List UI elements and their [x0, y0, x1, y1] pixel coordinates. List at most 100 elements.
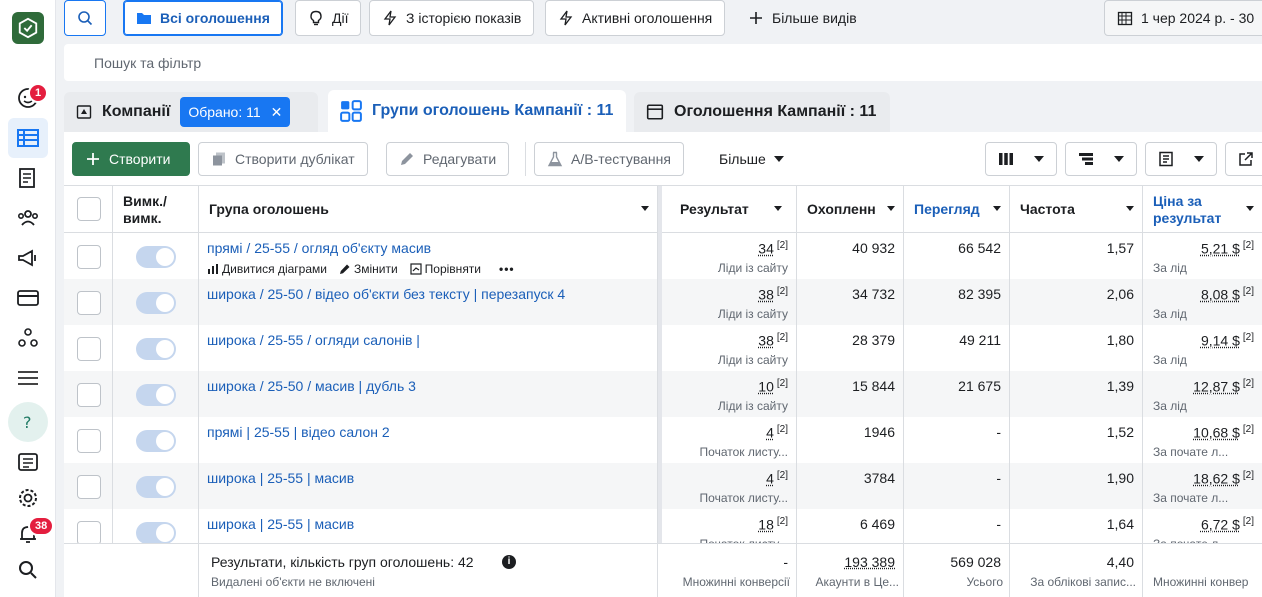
table-row[interactable]: широка / 25-50 / відео об'єкти без текст…	[64, 279, 1262, 325]
row-checkbox[interactable]	[77, 475, 101, 499]
cost-value[interactable]: 18,62 $ [2]	[1193, 470, 1254, 487]
rail-search[interactable]	[8, 550, 48, 590]
delivery-toggle[interactable]	[136, 246, 176, 268]
delivery-toggle[interactable]	[136, 338, 176, 360]
adset-name-link[interactable]: прямі | 25-55 | відео салон 2	[207, 424, 390, 440]
rail-settings[interactable]	[8, 478, 48, 518]
view-active-ads-button[interactable]: Активні оголошення	[545, 0, 726, 36]
cost-type: За лід	[1153, 261, 1187, 275]
header-adset[interactable]: Група оголошень	[199, 186, 658, 233]
action-toolbar: Створити Створити дублікат Редагувати А/…	[64, 132, 1262, 186]
attribution-ref: [2]	[776, 424, 788, 435]
export-button[interactable]	[1225, 142, 1262, 176]
table-row[interactable]: широка / 25-50 / масив | дубль 3 10 [2] Лід…	[64, 371, 1262, 417]
rail-audiences[interactable]	[8, 198, 48, 238]
selected-chip[interactable]: Обрано: 11 ✕	[180, 97, 291, 127]
tab-ads[interactable]: Оголошення Кампанії : 11	[634, 92, 890, 132]
table-row[interactable]: прямі | 25-55 | відео салон 2 4 [2] Початок…	[64, 417, 1262, 463]
delivery-toggle[interactable]	[136, 384, 176, 406]
tab-ad-sets[interactable]: Групи оголошень Кампанії : 11	[328, 90, 626, 132]
cost-value[interactable]: 6,72 $ [2]	[1201, 516, 1254, 533]
rail-help[interactable]: ?	[8, 402, 48, 442]
table-row[interactable]: широка | 25-55 | масив 4 [2] Початок листу.…	[64, 463, 1262, 509]
logo-icon	[18, 17, 38, 39]
result-value[interactable]: 18 [2]	[758, 516, 788, 533]
cost-value[interactable]: 5,21 $ [2]	[1201, 240, 1254, 257]
clear-selection-icon[interactable]: ✕	[271, 104, 283, 121]
rail-ads-manager[interactable]	[8, 118, 48, 158]
date-range-picker[interactable]: 1 чер 2024 р. - 30	[1104, 0, 1262, 36]
rail-events[interactable]	[8, 318, 48, 358]
adset-name-link[interactable]: широка / 25-55 / огляди салонів |	[207, 332, 420, 348]
tab-campaigns[interactable]: Компанії Обрано: 11 ✕	[64, 92, 318, 132]
header-reach[interactable]: Охопленн	[797, 186, 904, 233]
cost-value[interactable]: 12,87 $ [2]	[1193, 378, 1254, 395]
row-result-cell: 18[2]Початок листу...	[662, 509, 797, 543]
more-views-button[interactable]: Більше видів	[736, 0, 869, 36]
row-checkbox[interactable]	[77, 521, 101, 543]
result-value[interactable]: 10 [2]	[758, 378, 788, 395]
ad-sets-table: Вимк./ вимк. Група оголошень Результат О…	[64, 186, 1262, 543]
header-cost[interactable]: Ціна за результат	[1143, 186, 1262, 233]
adset-name-link[interactable]: широка | 25-55 | масив	[207, 516, 354, 532]
columns-dropdown[interactable]	[985, 142, 1057, 176]
header-result[interactable]: Результат	[662, 186, 797, 233]
reports-dropdown[interactable]	[1145, 142, 1217, 176]
adset-name-link[interactable]: широка | 25-55 | масив	[207, 470, 354, 486]
row-checkbox[interactable]	[77, 383, 101, 407]
create-button[interactable]: Створити	[72, 142, 190, 176]
header-impressions[interactable]: Перегляд	[904, 186, 1010, 233]
header-onoff[interactable]: Вимк./ вимк.	[113, 186, 199, 233]
duplicate-button[interactable]: Створити дублікат	[198, 142, 368, 176]
row-checkbox[interactable]	[77, 245, 101, 269]
delivery-toggle[interactable]	[136, 522, 176, 543]
view-with-history-button[interactable]: З історією показів	[369, 0, 535, 36]
result-value[interactable]: 4 [2]	[766, 424, 788, 441]
cost-value[interactable]: 8,08 $ [2]	[1201, 286, 1254, 303]
reports-icon	[1159, 151, 1173, 167]
table-row[interactable]: широка / 25-55 / огляди салонів | 38 [2] Лі…	[64, 325, 1262, 371]
delivery-toggle[interactable]	[136, 476, 176, 498]
view-charts-link[interactable]: Дивитися діаграми	[207, 262, 327, 276]
cost-value[interactable]: 9,14 $ [2]	[1201, 332, 1254, 349]
more-views-label: Більше видів	[772, 10, 857, 26]
row-checkbox[interactable]	[77, 429, 101, 453]
delivery-toggle[interactable]	[136, 430, 176, 452]
adset-name-link[interactable]: широка / 25-50 / відео об'єкти без текст…	[207, 286, 565, 302]
edit-row-link[interactable]: Змінити	[339, 262, 398, 276]
rail-news[interactable]	[8, 442, 48, 482]
more-actions-dropdown[interactable]: Більше	[707, 142, 796, 176]
select-all-checkbox[interactable]	[77, 197, 101, 221]
frequency-value: 1,64	[1106, 516, 1134, 532]
delivery-toggle[interactable]	[136, 292, 176, 314]
rail-campaigns[interactable]	[8, 238, 48, 278]
rail-billing[interactable]	[8, 278, 48, 318]
header-frequency[interactable]: Частота	[1010, 186, 1143, 233]
result-value[interactable]: 34 [2]	[758, 240, 788, 257]
row-checkbox[interactable]	[77, 291, 101, 315]
rail-pages[interactable]	[8, 158, 48, 198]
row-checkbox[interactable]	[77, 337, 101, 361]
cost-value[interactable]: 10,68 $ [2]	[1193, 424, 1254, 441]
footer-reach[interactable]: 193 389	[844, 554, 895, 570]
adset-name-link[interactable]: широка / 25-50 / масив | дубль 3	[207, 378, 416, 394]
adset-name-link[interactable]: прямі / 25-55 / огляд об'єкту масив	[207, 240, 431, 256]
table-row[interactable]: прямі / 25-55 / огляд об'єкту масив Дивит…	[64, 233, 1262, 279]
view-actions-button[interactable]: Дії	[295, 0, 362, 36]
result-value[interactable]: 4 [2]	[766, 470, 788, 487]
search-filter-input[interactable]: Пошук та фільтр	[64, 44, 1262, 81]
row-impressions-cell: 66 542	[904, 233, 1010, 279]
result-value[interactable]: 38 [2]	[758, 286, 788, 303]
info-icon[interactable]: i	[502, 555, 516, 569]
breakdown-dropdown[interactable]	[1065, 142, 1137, 176]
table-row[interactable]: широка | 25-55 | масив 18[2]Початок листу…	[64, 509, 1262, 543]
more-options-icon[interactable]: •••	[499, 262, 515, 276]
result-value[interactable]: 38 [2]	[758, 332, 788, 349]
sort-caret-icon	[1126, 206, 1134, 211]
view-all-ads-button[interactable]: Всі оголошення	[123, 0, 283, 36]
search-views-button[interactable]	[64, 0, 106, 36]
compare-link[interactable]: Порівняти	[410, 262, 481, 276]
edit-button[interactable]: Редагувати	[386, 142, 510, 176]
meta-business-logo[interactable]	[12, 12, 44, 44]
ab-test-button[interactable]: А/В-тестування	[534, 142, 684, 176]
